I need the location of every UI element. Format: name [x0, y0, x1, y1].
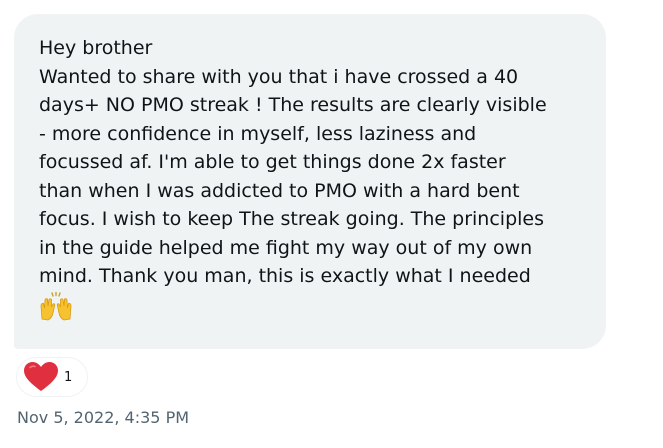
message-line: than when I was addicted to PMO with a h… [39, 179, 520, 202]
message-line: focus. I wish to keep The streak going. … [39, 208, 545, 230]
message-line: in the guide helped me fight my way out … [39, 236, 533, 259]
message-line: mind. Thank you man, this is exactly wha… [39, 265, 531, 287]
message-timestamp: Nov 5, 2022, 4:35 PM [17, 408, 190, 427]
heart-icon [24, 362, 58, 391]
message-line: Hey brother [39, 37, 153, 59]
message-line: focussed af. I'm able to get things done… [39, 151, 506, 173]
heart-reaction-button[interactable]: 1 [16, 357, 88, 397]
message-line: - more confidence in myself, less lazine… [39, 122, 477, 145]
message-line: Wanted to share with you that i have cro… [39, 65, 519, 88]
reaction-count: 1 [64, 370, 73, 385]
message-bubble[interactable]: Hey brother Wanted to share with you tha… [14, 14, 606, 349]
message-line: days+ NO PMO streak ! The results are cl… [39, 94, 547, 116]
raising-hands-emoji [40, 291, 72, 320]
